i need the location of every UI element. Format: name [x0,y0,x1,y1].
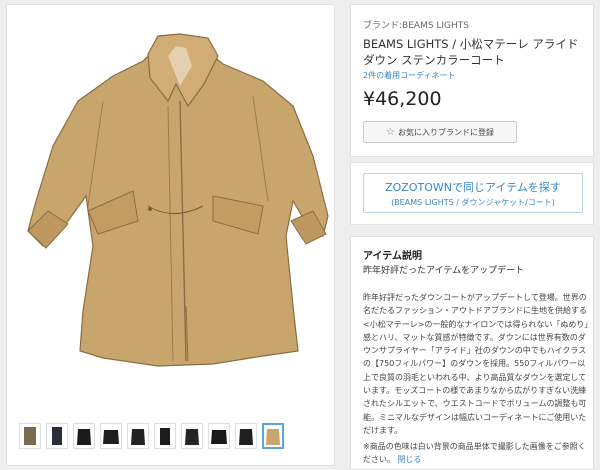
price: ¥46,200 [363,88,442,110]
thumbnail-image[interactable] [127,423,149,449]
close-link[interactable]: 閉じる [398,455,422,464]
brand-label[interactable]: ブランド:BEAMS LIGHTS [363,18,469,31]
thumbnail-image[interactable] [100,423,122,449]
thumbnail-image[interactable] [73,423,95,449]
description-note: ※商品の色味は白い背景の商品単体で撮影した画像をご参照ください。 閉じる [363,440,589,466]
coordinate-link[interactable]: 2件の着用コーディネート [363,70,456,81]
product-title: BEAMS LIGHTS / 小松マテーレ アライド ダウン ステンカラーコート [363,37,579,67]
thumbnail-image[interactable] [19,423,41,449]
thumbnail-image-selected[interactable] [262,423,284,449]
thumbnail-image[interactable] [154,423,176,449]
thumbnail-image[interactable] [181,423,203,449]
star-icon: ☆ [386,126,395,138]
note-text: ※商品の色味は白い背景の商品単体で撮影した画像をご参照ください。 [363,442,586,464]
thumbnail-strip [19,423,284,451]
favorite-brand-button[interactable]: ☆ お気に入りブランドに登録 [363,121,517,143]
description-subheading: 昨年好評だったアイテムをアップデート [363,266,525,276]
main-product-image[interactable] [8,6,334,411]
thumbnail-image[interactable] [46,423,68,449]
zozotown-search-button[interactable]: ZOZOTOWNで同じアイテムを探す (BEAMS LIGHTS / ダウンジャ… [363,173,583,213]
thumbnail-image[interactable] [235,423,257,449]
description-heading: アイテム説明 [363,251,422,262]
favorite-brand-label: お気に入りブランドに登録 [397,127,494,137]
product-summary-card: ブランド:BEAMS LIGHTS BEAMS LIGHTS / 小松マテーレ … [350,4,594,157]
thumbnail-image[interactable] [208,423,230,449]
zozotown-card: ZOZOTOWNで同じアイテムを探す (BEAMS LIGHTS / ダウンジャ… [350,162,594,225]
description-body: 昨年好評だったダウンコートがアップデートして登場。世界の名だたるファッション・ア… [363,293,589,435]
zozotown-search-label: ZOZOTOWNで同じアイテムを探す [385,181,561,194]
image-gallery [6,4,335,466]
item-description-card: アイテム説明 昨年好評だったアイテムをアップデート 昨年好評だったダウンコートが… [350,236,594,470]
zozotown-search-sublabel: (BEAMS LIGHTS / ダウンジャケット/コート) [391,198,555,207]
